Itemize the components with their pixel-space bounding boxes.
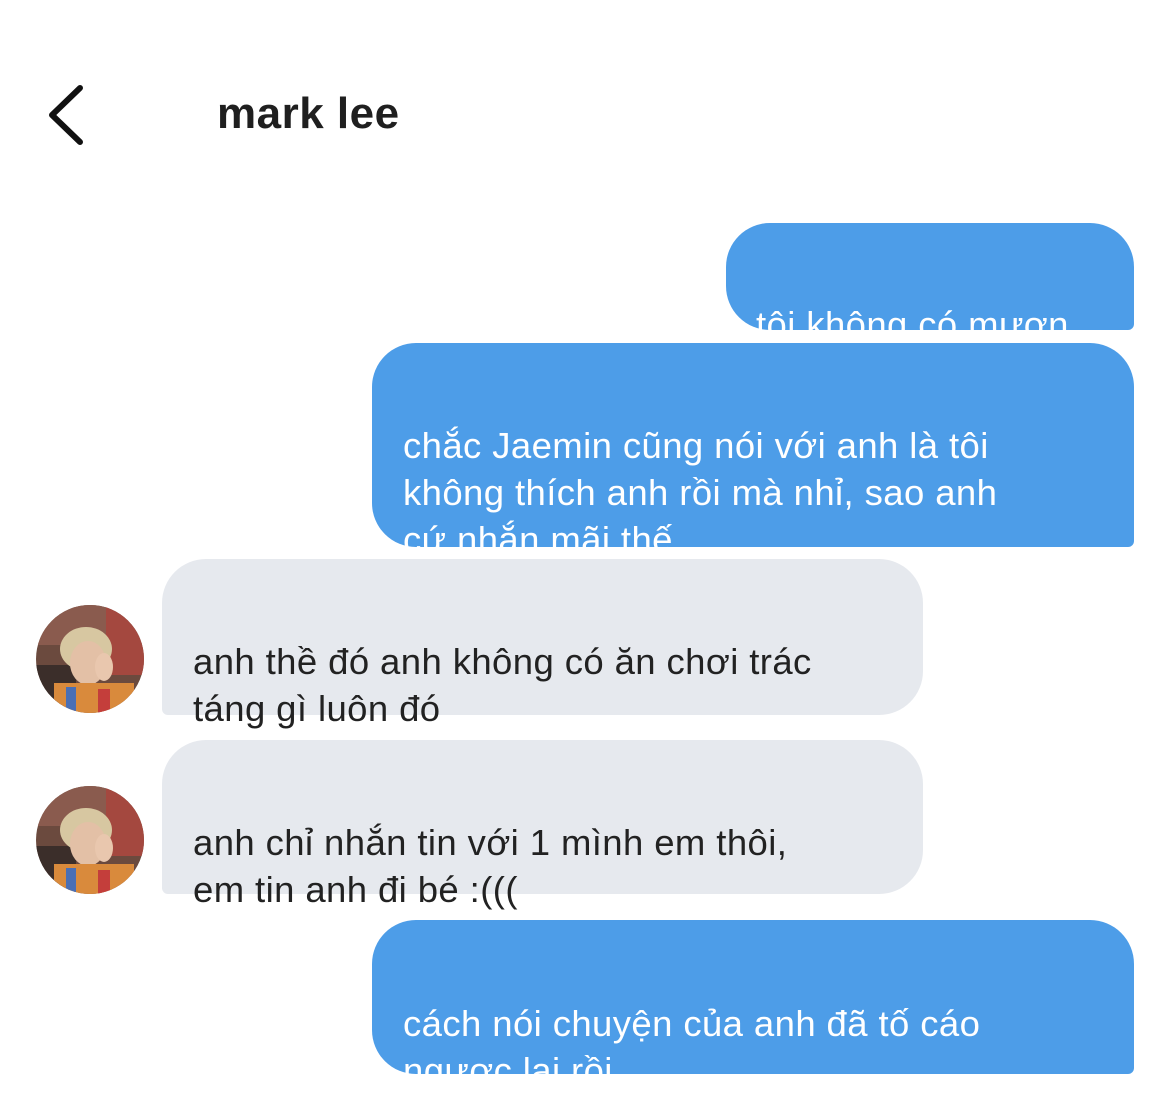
avatar-photo — [36, 786, 144, 894]
avatar-photo — [36, 605, 144, 713]
contact-avatar[interactable] — [36, 786, 144, 894]
conversation-header: mark lee — [0, 0, 1169, 200]
sent-message-bubble[interactable]: tôi không có mượn — [726, 223, 1134, 345]
sent-message-bubble[interactable]: chắc Jaemin cũng nói với anh là tôi khôn… — [372, 343, 1134, 560]
contact-name: mark lee — [217, 89, 400, 138]
message-text: anh thề đó anh không có ăn chơi trác tán… — [193, 641, 812, 729]
contact-avatar[interactable] — [36, 605, 144, 713]
message-text: chắc Jaemin cũng nói với anh là tôi khôn… — [403, 425, 998, 560]
chevron-left-icon — [49, 85, 83, 145]
message-text: tôi không có mượn — [756, 304, 1069, 345]
sent-message-bubble[interactable]: cách nói chuyện của anh đã tố cáo ngược … — [372, 920, 1134, 1091]
message-text: cách nói chuyện của anh đã tố cáo ngược … — [403, 1003, 981, 1091]
back-button[interactable] — [40, 82, 100, 148]
received-message-bubble[interactable]: anh thề đó anh không có ăn chơi trác tán… — [162, 559, 923, 729]
message-text: anh chỉ nhắn tin với 1 mình em thôi, em … — [193, 822, 788, 910]
received-message-bubble[interactable]: anh chỉ nhắn tin với 1 mình em thôi, em … — [162, 740, 923, 910]
